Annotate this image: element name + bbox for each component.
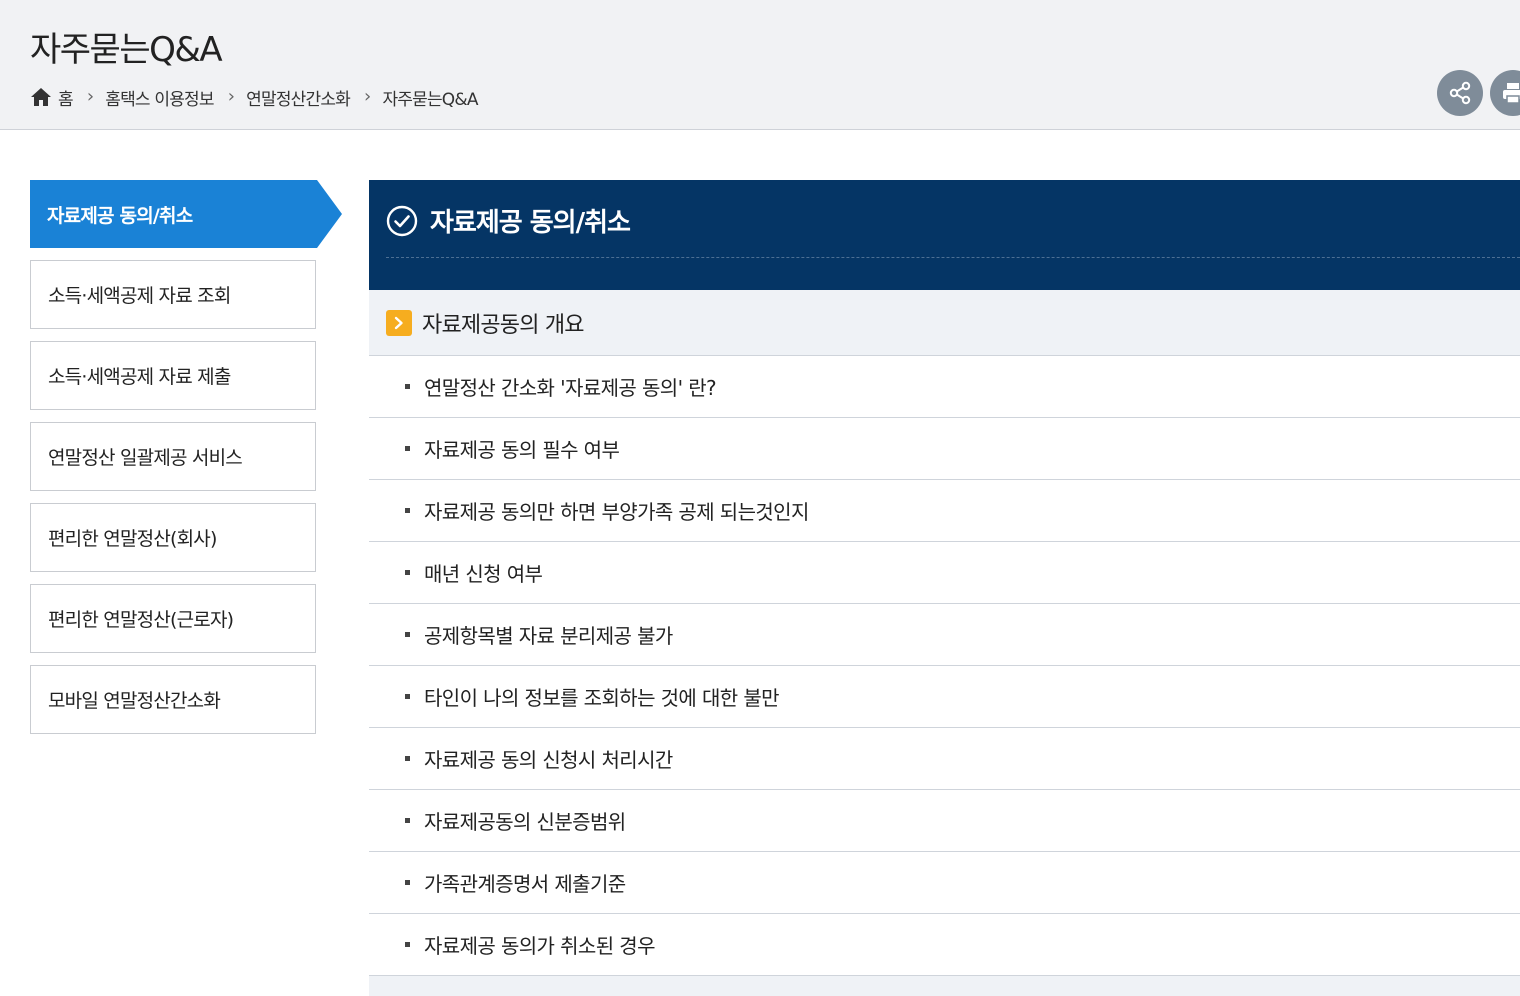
question-text: 매년 신청 여부 bbox=[424, 562, 543, 586]
check-circle-icon bbox=[386, 205, 418, 236]
question-item[interactable]: 연말정산 간소화 '자료제공 동의' 란? bbox=[369, 356, 1520, 418]
home-icon bbox=[31, 88, 51, 106]
question-item[interactable]: 자료제공 동의만 하면 부양가족 공제 되는것인지 bbox=[369, 480, 1520, 542]
question-item[interactable]: 가족관계증명서 제출기준 bbox=[369, 852, 1520, 914]
chevron-right-icon bbox=[386, 309, 412, 336]
breadcrumb-item-faq[interactable]: 자주묻는Q&A bbox=[382, 85, 478, 110]
question-text: 자료제공 동의가 취소된 경우 bbox=[424, 934, 655, 958]
share-icon bbox=[1449, 81, 1471, 105]
content-header: 자료제공 동의/취소 bbox=[369, 180, 1520, 290]
section-title: 자료제공동의 개요 bbox=[422, 312, 585, 338]
bullet-icon bbox=[405, 570, 410, 575]
chevron-right-icon: › bbox=[227, 86, 235, 107]
question-text: 타인이 나의 정보를 조회하는 것에 대한 불만 bbox=[424, 686, 780, 710]
print-icon bbox=[1503, 83, 1520, 104]
breadcrumb-home[interactable]: 홈 bbox=[30, 85, 74, 110]
question-item[interactable]: 자료제공동의 신분증범위 bbox=[369, 790, 1520, 852]
menu-item-easy-company[interactable]: 편리한 연말정산(회사) bbox=[30, 503, 316, 572]
question-item[interactable]: 자료제공 동의 필수 여부 bbox=[369, 418, 1520, 480]
content-title: 자료제공 동의/취소 bbox=[386, 202, 631, 239]
question-item[interactable]: 타인이 나의 정보를 조회하는 것에 대한 불만 bbox=[369, 666, 1520, 728]
menu-item-mobile[interactable]: 모바일 연말정산간소화 bbox=[30, 665, 316, 734]
side-menu: 자료제공 동의/취소 소득·세액공제 자료 조회 소득·세액공제 자료 제출 연… bbox=[30, 180, 344, 734]
bullet-icon bbox=[405, 880, 410, 885]
bullet-icon bbox=[405, 694, 410, 699]
menu-item-batch-service[interactable]: 연말정산 일괄제공 서비스 bbox=[30, 422, 316, 491]
breadcrumb-label-home: 홈 bbox=[58, 89, 74, 110]
question-list: 연말정산 간소화 '자료제공 동의' 란? 자료제공 동의 필수 여부 자료제공… bbox=[369, 356, 1520, 976]
menu-item-deduction-submit[interactable]: 소득·세액공제 자료 제출 bbox=[30, 341, 316, 410]
menu-item-deduction-inquiry[interactable]: 소득·세액공제 자료 조회 bbox=[30, 260, 316, 329]
question-text: 자료제공 동의 필수 여부 bbox=[424, 438, 620, 462]
chevron-right-icon: › bbox=[86, 86, 94, 107]
question-item[interactable]: 자료제공 동의 신청시 처리시간 bbox=[369, 728, 1520, 790]
next-section-strip bbox=[369, 976, 1520, 996]
faq-content: 자료제공 동의/취소 자료제공동의 개요 연말정산 간소화 '자료제공 동의' … bbox=[369, 180, 1520, 996]
menu-item-easy-employee[interactable]: 편리한 연말정산(근로자) bbox=[30, 584, 316, 653]
breadcrumb-item-hometax-info[interactable]: 홈택스 이용정보 bbox=[105, 85, 214, 110]
question-text: 공제항목별 자료 분리제공 불가 bbox=[424, 624, 673, 648]
bullet-icon bbox=[405, 446, 410, 451]
breadcrumb: 홈 › 홈택스 이용정보 › 연말정산간소화 › 자주묻는Q&A bbox=[30, 84, 478, 110]
question-item[interactable]: 자료제공 동의가 취소된 경우 bbox=[369, 914, 1520, 976]
bullet-icon bbox=[405, 818, 410, 823]
menu-item-data-consent[interactable]: 자료제공 동의/취소 bbox=[30, 180, 342, 248]
bullet-icon bbox=[405, 756, 410, 761]
divider bbox=[386, 257, 1520, 258]
question-text: 연말정산 간소화 '자료제공 동의' 란? bbox=[424, 376, 717, 400]
question-text: 가족관계증명서 제출기준 bbox=[424, 872, 626, 896]
section-header[interactable]: 자료제공동의 개요 bbox=[369, 290, 1520, 356]
bullet-icon bbox=[405, 632, 410, 637]
bullet-icon bbox=[405, 942, 410, 947]
bullet-icon bbox=[405, 384, 410, 389]
bullet-icon bbox=[405, 508, 410, 513]
print-button[interactable] bbox=[1490, 70, 1520, 116]
question-item[interactable]: 공제항목별 자료 분리제공 불가 bbox=[369, 604, 1520, 666]
content-title-text: 자료제공 동의/취소 bbox=[430, 208, 631, 238]
question-item[interactable]: 매년 신청 여부 bbox=[369, 542, 1520, 604]
share-button[interactable] bbox=[1437, 70, 1483, 116]
chevron-right-icon: › bbox=[364, 86, 371, 107]
question-text: 자료제공 동의 신청시 처리시간 bbox=[424, 748, 673, 772]
question-text: 자료제공동의 신분증범위 bbox=[424, 810, 626, 834]
page-title: 자주묻는Q&A bbox=[30, 30, 223, 70]
question-text: 자료제공 동의만 하면 부양가족 공제 되는것인지 bbox=[424, 500, 809, 524]
page-header: 자주묻는Q&A 홈 › 홈택스 이용정보 › 연말정산간소화 › 자주묻는Q&A bbox=[0, 0, 1520, 130]
breadcrumb-item-year-end[interactable]: 연말정산간소화 bbox=[246, 85, 351, 110]
